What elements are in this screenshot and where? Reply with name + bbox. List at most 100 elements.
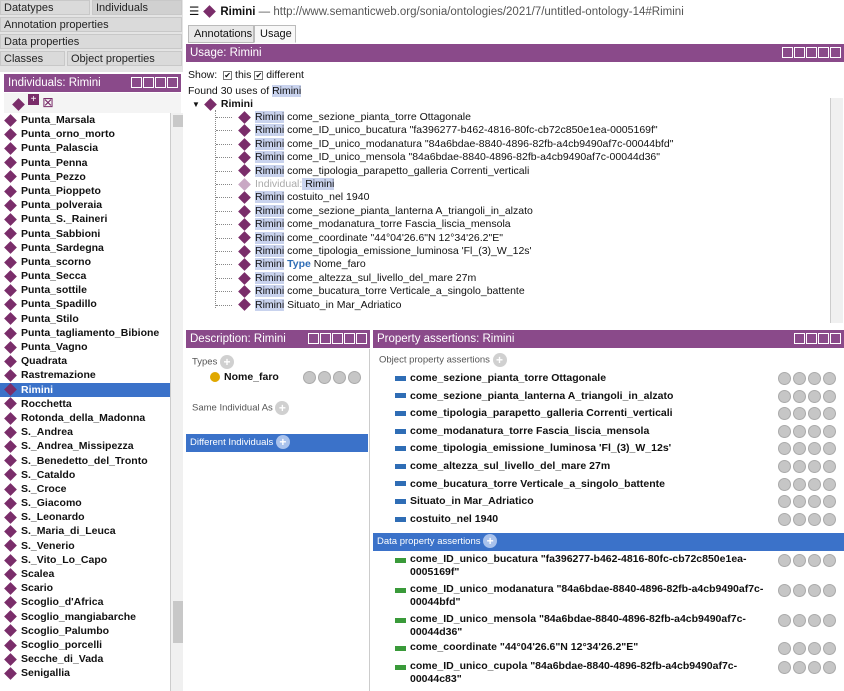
- object-property-row[interactable]: Situato_in Mar_Adriatico: [395, 494, 534, 509]
- tab-object-properties[interactable]: Object properties: [67, 51, 182, 66]
- usage-row[interactable]: Rimini come_altezza_sul_livello_del_mare…: [216, 271, 476, 285]
- individual-item[interactable]: Rimini: [0, 382, 170, 397]
- panel-window-controls[interactable]: [308, 333, 367, 344]
- row-actions[interactable]: [778, 512, 836, 526]
- individual-item[interactable]: S._Vito_Lo_Capo: [0, 553, 170, 567]
- row-actions[interactable]: [778, 642, 836, 655]
- add-type-icon[interactable]: +: [220, 355, 234, 369]
- usage-row[interactable]: Rimini Type Nome_faro: [216, 258, 366, 271]
- row-actions[interactable]: [778, 407, 836, 421]
- tab-annotation-properties[interactable]: Annotation properties: [0, 17, 182, 32]
- individual-item[interactable]: Punta_Vagno: [0, 340, 170, 354]
- usage-row[interactable]: Rimini come_ID_unico_modanatura "84a6bda…: [216, 137, 673, 151]
- expand-icon[interactable]: ▼: [192, 100, 200, 109]
- type-row[interactable]: Nome_faro: [210, 371, 279, 383]
- add-same-individual-icon[interactable]: +: [275, 401, 290, 415]
- menu-icon[interactable]: ☰: [189, 6, 199, 18]
- data-property-row[interactable]: come_ID_unico_cupola "84a6bdae-8840-4896…: [395, 660, 737, 688]
- usage-row[interactable]: Rimini come_tipologia_emissione_luminosa…: [216, 244, 532, 258]
- tab-usage[interactable]: Usage: [254, 25, 296, 43]
- add-data-property-icon[interactable]: +: [483, 534, 498, 549]
- panel-window-controls[interactable]: [131, 77, 178, 88]
- individual-item[interactable]: Senigallia: [0, 666, 170, 680]
- individual-item[interactable]: Rastremazione: [0, 368, 170, 382]
- individual-item[interactable]: S._Venerio: [0, 539, 170, 553]
- usage-row[interactable]: Rimini come_bucatura_torre Verticale_a_s…: [216, 285, 525, 298]
- add-different-individual-icon[interactable]: +: [275, 435, 290, 450]
- individual-item[interactable]: Punta_orno_morto: [0, 127, 170, 141]
- individual-item[interactable]: S._Cataldo: [0, 468, 170, 482]
- tab-individuals[interactable]: Individuals: [92, 0, 182, 15]
- usage-row[interactable]: Rimini Situato_in Mar_Adriatico: [216, 298, 401, 312]
- individual-item[interactable]: Punta_Secca: [0, 269, 170, 283]
- object-property-row[interactable]: come_altezza_sul_livello_del_mare 27m: [395, 459, 610, 474]
- row-actions[interactable]: [778, 614, 836, 627]
- object-property-row[interactable]: come_bucatura_torre Verticale_a_singolo_…: [395, 477, 665, 492]
- individual-item[interactable]: Punta_tagliamento_Bibione: [0, 326, 170, 340]
- individual-item[interactable]: Scoglio_d'Africa: [0, 595, 170, 609]
- individual-item[interactable]: Punta_scorno: [0, 255, 170, 269]
- usage-row[interactable]: Rimini come_sezione_pianta_lanterna A_tr…: [216, 204, 533, 218]
- tab-data-properties[interactable]: Data properties: [0, 34, 182, 49]
- individual-item[interactable]: Punta_Marsala: [0, 113, 170, 127]
- data-property-row[interactable]: come_ID_unico_mensola "84a6bdae-8840-489…: [395, 613, 746, 641]
- object-property-row[interactable]: come_sezione_pianta_lanterna A_triangoli…: [395, 389, 673, 404]
- individual-item[interactable]: Quadrata: [0, 354, 170, 368]
- individual-item[interactable]: Scoglio_mangiabarche: [0, 610, 170, 624]
- row-actions[interactable]: [778, 477, 836, 491]
- individual-item[interactable]: Punta_polveraia: [0, 198, 170, 212]
- individual-item[interactable]: Punta_S._Raineri: [0, 212, 170, 226]
- individual-item[interactable]: Punta_sottile: [0, 283, 170, 297]
- usage-scrollbar[interactable]: [830, 98, 843, 323]
- object-property-row[interactable]: costuito_nel 1940: [395, 512, 498, 527]
- individual-item[interactable]: Punta_Spadillo: [0, 297, 170, 312]
- panel-window-controls[interactable]: [794, 333, 841, 344]
- individual-item[interactable]: S._Croce: [0, 482, 170, 496]
- row-actions[interactable]: [778, 372, 836, 385]
- usage-root[interactable]: ▼ Rimini: [192, 97, 253, 111]
- individual-item[interactable]: Scoglio_Palumbo: [0, 624, 170, 638]
- individual-item[interactable]: Punta_Pezzo: [0, 170, 170, 184]
- usage-row[interactable]: Rimini come_coordinate "44°04'26.6"N 12°…: [216, 231, 503, 245]
- object-property-row[interactable]: come_sezione_pianta_torre Ottagonale: [395, 371, 606, 386]
- individual-item[interactable]: Scario: [0, 581, 170, 595]
- individual-item[interactable]: S._Benedetto_del_Tronto: [0, 454, 170, 468]
- this-checkbox[interactable]: ✔: [223, 71, 233, 80]
- tab-annotations[interactable]: Annotations: [188, 25, 254, 43]
- individual-item[interactable]: S._Andrea: [0, 425, 170, 439]
- row-actions[interactable]: [778, 584, 836, 597]
- delete-individual-icon[interactable]: ⊠: [42, 95, 54, 109]
- individual-item[interactable]: Rocchetta: [0, 397, 170, 411]
- data-property-row[interactable]: come_ID_unico_bucatura "fa396277-b462-48…: [395, 553, 747, 581]
- panel-window-controls[interactable]: [782, 47, 841, 58]
- individual-item[interactable]: Rotonda_della_Madonna: [0, 411, 170, 425]
- row-actions[interactable]: [778, 554, 836, 567]
- individual-item[interactable]: Punta_Sardegna: [0, 241, 170, 255]
- individual-item[interactable]: Punta_Stilo: [0, 312, 170, 326]
- usage-row[interactable]: Rimini come_ID_unico_mensola "84a6bdae-8…: [216, 151, 660, 164]
- individual-item[interactable]: S._Andrea_Missipezza: [0, 439, 170, 453]
- individual-item[interactable]: S._Maria_di_Leuca: [0, 524, 170, 539]
- individual-item[interactable]: Scoglio_porcelli: [0, 638, 170, 652]
- individuals-scrollbar[interactable]: [170, 113, 183, 691]
- data-property-row[interactable]: come_ID_unico_modanatura "84a6bdae-8840-…: [395, 583, 763, 611]
- usage-row[interactable]: Rimini come_sezione_pianta_torre Ottagon…: [216, 110, 471, 124]
- individual-item[interactable]: Punta_Penna: [0, 156, 170, 170]
- usage-row[interactable]: Rimini come_ID_unico_bucatura "fa396277-…: [216, 124, 658, 137]
- individual-item[interactable]: Punta_Sabbioni: [0, 227, 170, 241]
- different-checkbox[interactable]: ✔: [254, 71, 264, 80]
- object-property-row[interactable]: come_tipologia_emissione_luminosa 'Fl_(3…: [395, 441, 671, 456]
- usage-row[interactable]: Individual: Rimini: [216, 177, 335, 191]
- row-actions[interactable]: [778, 460, 836, 473]
- row-actions[interactable]: [778, 389, 836, 403]
- tab-classes[interactable]: Classes: [0, 51, 65, 66]
- individual-item[interactable]: Secche_di_Vada: [0, 652, 170, 666]
- tab-datatypes[interactable]: Datatypes: [0, 0, 90, 15]
- row-actions[interactable]: [778, 424, 836, 438]
- usage-row[interactable]: Rimini come_tipologia_parapetto_galleria…: [216, 164, 529, 178]
- type-row-actions[interactable]: [303, 371, 361, 384]
- individual-item[interactable]: Punta_Pioppeto: [0, 184, 170, 198]
- individual-item[interactable]: S._Leonardo: [0, 510, 170, 524]
- usage-row[interactable]: Rimini come_modanatura_torre Fascia_lisc…: [216, 218, 511, 231]
- usage-row[interactable]: Rimini costuito_nel 1940: [216, 191, 369, 204]
